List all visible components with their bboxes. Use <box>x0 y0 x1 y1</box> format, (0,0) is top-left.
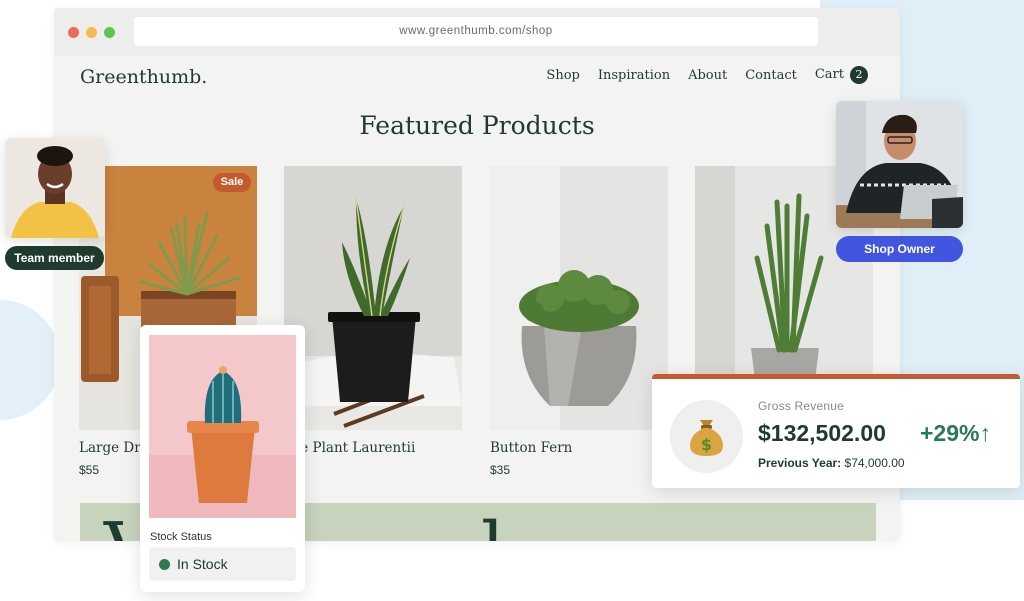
nav-cart-label: Cart <box>814 67 844 82</box>
address-bar[interactable]: www.greenthumb.com/shop <box>134 17 818 46</box>
page-title: Featured Products <box>359 111 595 140</box>
team-member-label: Team member <box>5 246 104 270</box>
maximize-window-dot[interactable] <box>104 27 115 38</box>
gross-revenue-card: $ Gross Revenue $132,502.00 +29%↑ Previo… <box>652 374 1020 488</box>
nav-shop[interactable]: Shop <box>546 68 579 83</box>
browser-toolbar: www.greenthumb.com/shop <box>54 8 900 56</box>
site-logo[interactable]: Greenthumb. <box>80 66 207 88</box>
stock-status-label: Stock Status <box>150 531 212 543</box>
nav-cart[interactable]: Cart 2 <box>815 66 868 84</box>
background-shape <box>0 300 60 420</box>
shop-owner-avatar <box>836 101 963 228</box>
money-bag-icon: $ <box>670 400 743 473</box>
product-image-snake-plant[interactable] <box>284 166 462 430</box>
nav-inspiration[interactable]: Inspiration <box>598 68 670 83</box>
main-nav: Shop Inspiration About Contact Cart 2 <box>546 66 868 84</box>
gross-revenue-value: $132,502.00 <box>758 420 886 446</box>
team-member-avatar <box>5 138 105 238</box>
stock-status-card: Stock Status In Stock <box>140 325 305 592</box>
product-image-button-fern[interactable] <box>490 166 668 430</box>
stock-status-field: In Stock <box>149 547 296 581</box>
product-price: $35 <box>490 463 511 477</box>
gross-revenue-label: Gross Revenue <box>758 399 844 413</box>
close-window-dot[interactable] <box>68 27 79 38</box>
previous-year-value: $74,000.00 <box>844 456 905 470</box>
minimize-window-dot[interactable] <box>86 27 97 38</box>
nav-contact[interactable]: Contact <box>745 68 797 83</box>
stock-product-image <box>149 335 296 518</box>
stage: www.greenthumb.com/shop Greenthumb. Shop… <box>0 0 1024 601</box>
shop-owner-label: Shop Owner <box>836 236 963 262</box>
cart-count-badge: 2 <box>850 66 868 84</box>
nav-about[interactable]: About <box>688 68 727 83</box>
product-name[interactable]: Large Dra <box>79 440 149 456</box>
sale-badge: Sale <box>213 173 251 192</box>
previous-year-label: Previous Year: <box>758 456 842 470</box>
previous-year-revenue: Previous Year: $74,000.00 <box>758 456 905 470</box>
stock-status-value: In Stock <box>177 556 228 572</box>
in-stock-dot-icon <box>159 559 170 570</box>
product-price: $55 <box>79 463 100 477</box>
svg-text:$: $ <box>701 435 712 454</box>
revenue-change: +29%↑ <box>920 420 991 446</box>
product-name[interactable]: Button Fern <box>490 440 572 456</box>
